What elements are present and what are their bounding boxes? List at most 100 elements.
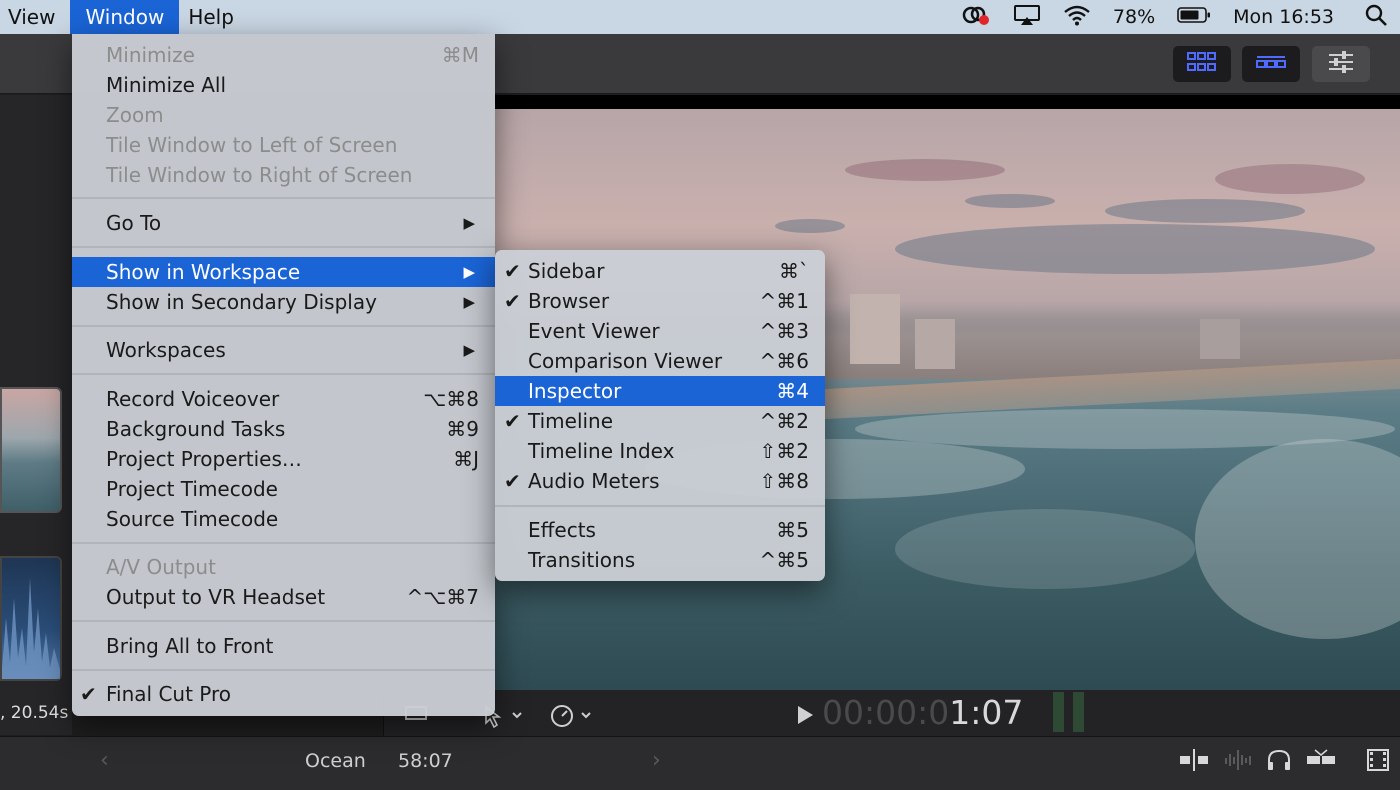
menu-item-shortcut: ^⌘5: [759, 548, 809, 572]
menu-item-show-in-secondary-display[interactable]: Show in Secondary Display ▶: [72, 287, 495, 317]
menu-item-final-cut-pro[interactable]: ✔ Final Cut Pro: [72, 679, 495, 709]
menubar-clock[interactable]: Mon 16:53: [1233, 6, 1334, 28]
menu-item-label: Show in Workspace: [106, 260, 301, 284]
menu-item-label: Workspaces: [106, 338, 226, 362]
menu-item-label: Minimize All: [106, 73, 227, 97]
submenu-item-sidebar[interactable]: ✔ Sidebar ⌘`: [495, 256, 825, 286]
waveform-icon: [2, 578, 60, 679]
menu-item-shortcut: ⌘9: [446, 417, 479, 441]
submenu-arrow-icon: ▶: [463, 214, 475, 232]
search-icon[interactable]: [1364, 3, 1388, 32]
menu-bar: View Window Help 78% Mon 16:53: [0, 0, 1400, 34]
menu-item-project-properties[interactable]: Project Properties… ⌘J: [72, 444, 495, 474]
menu-item-label: Final Cut Pro: [106, 682, 232, 706]
inspector-toggle-button[interactable]: [1312, 46, 1370, 82]
audio-skimming-icon[interactable]: [1222, 748, 1254, 777]
menu-item-label: A/V Output: [106, 555, 216, 579]
menu-item-shortcut: ⇧⌘2: [759, 439, 809, 463]
audio-meter-left: [1053, 692, 1064, 732]
menu-item-minimize-all[interactable]: Minimize All: [72, 70, 495, 100]
submenu-item-event-viewer[interactable]: Event Viewer ^⌘3: [495, 316, 825, 346]
menu-item-record-voiceover[interactable]: Record Voiceover ⌥⌘8: [72, 384, 495, 414]
viewer-timecode[interactable]: 00:00:01:07: [822, 693, 1023, 732]
wifi-icon[interactable]: [1063, 4, 1091, 31]
submenu-item-transitions[interactable]: Transitions ^⌘5: [495, 545, 825, 575]
menu-item-label: Show in Secondary Display: [106, 290, 377, 314]
menu-item-shortcut: ^⌘2: [759, 409, 809, 433]
menu-item-label: Transitions: [528, 548, 636, 572]
menu-item-go-to[interactable]: Go To ▶: [72, 208, 495, 238]
clip-appearance-icon[interactable]: [1366, 748, 1390, 777]
menu-separator: [72, 373, 495, 375]
play-icon[interactable]: [798, 706, 813, 724]
menu-item-shortcut: ⌘4: [776, 379, 809, 403]
menu-item-output-vr-headset[interactable]: Output to VR Headset ^⌥⌘7: [72, 582, 495, 612]
menu-help[interactable]: Help: [179, 0, 243, 34]
submenu-item-audio-meters[interactable]: ✔ Audio Meters ⇧⌘8: [495, 466, 825, 496]
menu-item-av-output: A/V Output: [72, 552, 495, 582]
menu-item-label: Bring All to Front: [106, 634, 274, 658]
menu-window[interactable]: Window: [70, 0, 180, 34]
submenu-item-browser[interactable]: ✔ Browser ^⌘1: [495, 286, 825, 316]
menu-item-label: Go To: [106, 211, 162, 235]
menu-item-workspaces[interactable]: Workspaces ▶: [72, 335, 495, 365]
menu-item-project-timecode[interactable]: Project Timecode: [72, 474, 495, 504]
menu-item-label: Tile Window to Right of Screen: [106, 163, 413, 187]
audio-meter-right: [1073, 692, 1084, 732]
headphones-icon[interactable]: [1265, 748, 1293, 777]
video-skimming-icon[interactable]: [1178, 748, 1210, 777]
creative-cloud-icon[interactable]: [961, 3, 991, 32]
menu-item-background-tasks[interactable]: Background Tasks ⌘9: [72, 414, 495, 444]
show-in-workspace-submenu: ✔ Sidebar ⌘` ✔ Browser ^⌘1 Event Viewer …: [495, 250, 825, 581]
menu-item-zoom: Zoom: [72, 100, 495, 130]
menu-item-bring-all-to-front[interactable]: Bring All to Front: [72, 631, 495, 661]
status-area: 78% Mon 16:53: [961, 0, 1400, 34]
checkmark-icon: ✔: [504, 289, 521, 313]
back-arrow-icon[interactable]: ‹: [100, 748, 109, 773]
menu-item-shortcut: ^⌘6: [759, 349, 809, 373]
menu-item-label: Project Properties…: [106, 447, 302, 471]
clip-duration: , 20.54s: [0, 703, 69, 723]
menu-item-shortcut: ^⌥⌘7: [406, 585, 479, 609]
checkmark-icon: ✔: [504, 469, 521, 493]
browser-toggle-button[interactable]: [1173, 46, 1231, 82]
speedometer-icon[interactable]: [549, 703, 595, 734]
audio-clip-thumbnail[interactable]: [0, 556, 62, 681]
menu-item-label: Comparison Viewer: [528, 349, 723, 373]
menu-item-source-timecode[interactable]: Source Timecode: [72, 504, 495, 534]
forward-arrow-icon[interactable]: ›: [652, 748, 661, 773]
menu-item-shortcut: ^⌘1: [759, 289, 809, 313]
menu-item-label: Audio Meters: [528, 469, 660, 493]
menu-item-label: Timeline Index: [528, 439, 675, 463]
menu-item-tile-left: Tile Window to Left of Screen: [72, 130, 495, 160]
timeline-toggle-button[interactable]: [1242, 46, 1300, 82]
menu-separator: [72, 542, 495, 544]
menu-separator: [72, 197, 495, 199]
menu-item-label: Effects: [528, 518, 596, 542]
menu-item-show-in-workspace[interactable]: Show in Workspace ▶: [72, 257, 495, 287]
menu-separator: [72, 620, 495, 622]
timeline-icon: [1255, 51, 1287, 77]
menu-item-label: Project Timecode: [106, 477, 278, 501]
menu-item-label: Timeline: [528, 409, 614, 433]
menu-view[interactable]: View: [0, 0, 70, 34]
clip-thumbnail[interactable]: [0, 387, 62, 513]
menu-item-label: Browser: [528, 289, 610, 313]
menu-item-label: Minimize: [106, 43, 195, 67]
menu-item-label: Event Viewer: [528, 319, 660, 343]
submenu-item-timeline[interactable]: ✔ Timeline ^⌘2: [495, 406, 825, 436]
submenu-item-timeline-index[interactable]: Timeline Index ⇧⌘2: [495, 436, 825, 466]
menu-item-minimize: Minimize ⌘M: [72, 40, 495, 70]
timecode-dim: 00:00:0: [822, 693, 950, 732]
submenu-item-inspector[interactable]: Inspector ⌘4: [495, 376, 825, 406]
snapping-icon[interactable]: [1305, 748, 1337, 777]
menu-item-label: Sidebar: [528, 259, 605, 283]
submenu-item-comparison-viewer[interactable]: Comparison Viewer ^⌘6: [495, 346, 825, 376]
menu-item-label: Source Timecode: [106, 507, 279, 531]
battery-icon[interactable]: [1177, 5, 1211, 30]
airplay-icon[interactable]: [1013, 4, 1041, 31]
menu-separator: [72, 325, 495, 327]
menu-separator: [495, 505, 825, 507]
submenu-item-effects[interactable]: Effects ⌘5: [495, 515, 825, 545]
menu-item-shortcut: ⌘M: [441, 43, 479, 67]
